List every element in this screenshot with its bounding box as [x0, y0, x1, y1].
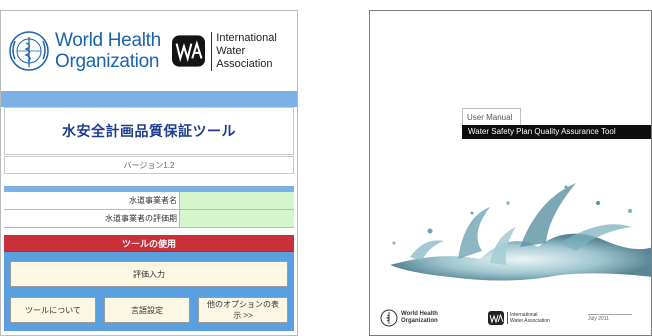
assessment-period-field[interactable]	[180, 210, 294, 227]
footer-iwa-line-2: Water Association	[510, 318, 550, 324]
who-logo: World Health Organization	[1, 29, 172, 73]
who-emblem-icon	[380, 309, 398, 327]
user-manual-label: User Manual	[462, 108, 522, 126]
manual-title-bar: Water Safety Plan Quality Assurance Tool	[462, 125, 651, 139]
evaluation-input-button[interactable]: 評価入力	[10, 261, 288, 287]
footer-who-wordmark: World Health Organization	[401, 311, 438, 325]
wsp-qa-tool-window: World Health Organization International …	[0, 10, 298, 336]
assessment-period-label: 水道事業者の評価期	[4, 210, 180, 227]
who-line-2: Organization	[55, 51, 160, 72]
iwa-emblem-icon	[172, 35, 206, 67]
user-manual-cover: User Manual Water Safety Plan Quality As…	[369, 10, 652, 336]
water-splash-image	[390, 183, 651, 281]
footer-who-line-1: World Health	[401, 311, 438, 317]
utility-name-label: 水道事業者名	[4, 192, 180, 209]
language-settings-button[interactable]: 言語設定	[104, 297, 190, 323]
cover-footer: World Health Organization International …	[380, 307, 650, 329]
utility-name-field[interactable]	[180, 192, 294, 209]
show-other-options-button[interactable]: 他のオプションの表示 >>	[198, 297, 288, 323]
iwa-emblem-icon	[488, 311, 504, 325]
footer-who-logo: World Health Organization	[380, 309, 488, 327]
iwa-line-1: International	[216, 31, 277, 44]
tool-usage-header: ツールの使用	[4, 235, 294, 252]
who-line-1: World Health	[55, 30, 161, 51]
form-row-assessment-period: 水道事業者の評価期	[4, 210, 294, 228]
publication-date: July 2011	[588, 314, 632, 322]
tool-title: 水安全計画品質保証ツール	[4, 107, 294, 155]
about-tool-button[interactable]: ツールについて	[10, 297, 96, 323]
logo-strip: World Health Organization International …	[1, 11, 297, 91]
iwa-line-2: Water Association	[216, 44, 273, 70]
iwa-wordmark: International Water Association	[211, 31, 297, 71]
form-row-utility-name: 水道事業者名	[4, 192, 294, 210]
utility-info-form: 水道事業者名 水道事業者の評価期	[4, 186, 294, 228]
footer-iwa-wordmark: International Water Association	[507, 312, 550, 324]
header-band	[1, 91, 297, 107]
who-wordmark: World Health Organization	[55, 30, 161, 72]
tool-usage-panel: ツールの使用 評価入力 ツールについて 言語設定 他のオプションの表示 >>	[4, 235, 294, 331]
iwa-logo: International Water Association	[172, 31, 297, 71]
version-label: バージョン1.2	[4, 156, 294, 174]
who-emblem-icon	[9, 31, 49, 71]
footer-who-line-2: Organization	[401, 318, 438, 324]
footer-iwa-logo: International Water Association	[488, 311, 588, 325]
